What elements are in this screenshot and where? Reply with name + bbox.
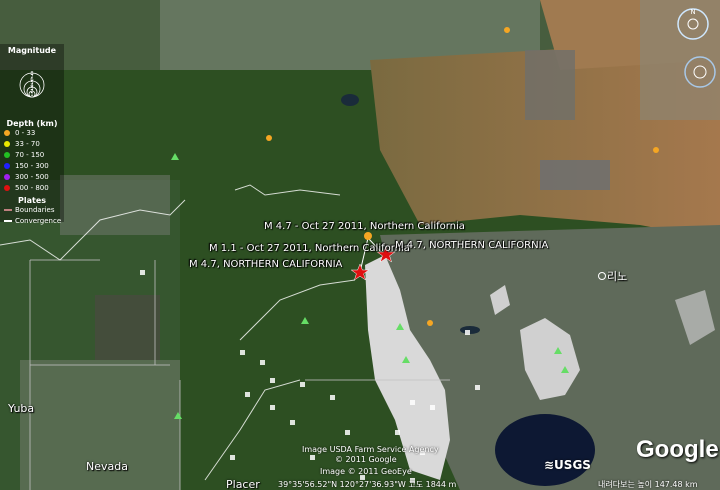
eye-altitude: 내려다보는 높이 147.48 km <box>598 480 698 489</box>
move-control[interactable] <box>680 50 720 95</box>
quake-label[interactable]: M 1.1 - Oct 27 2011, Northern California <box>209 243 410 255</box>
legend-depth-item: 150 - 300 <box>0 161 64 172</box>
magnitude-scale-label: 1 <box>30 92 33 98</box>
depth-color-dot-icon <box>4 141 10 147</box>
legend-plate-label: Convergence <box>15 217 62 225</box>
legend-depth-label: 300 - 500 <box>15 173 49 181</box>
move-ring-icon[interactable] <box>684 56 716 88</box>
legend-depth-label: 150 - 300 <box>15 162 49 170</box>
legend-depth-item: 70 - 150 <box>0 150 64 161</box>
quake-label[interactable]: M 4.7 - Oct 27 2011, Northern California <box>264 221 465 233</box>
move-joystick-icon[interactable] <box>693 65 707 79</box>
legend-plate-item: Convergence <box>0 216 64 227</box>
legend-depth-label: 500 - 800 <box>15 184 49 192</box>
usgs-logo: ≋USGS <box>544 458 591 472</box>
navigation-control[interactable]: N <box>668 4 718 54</box>
city-marker[interactable] <box>598 272 606 280</box>
legend-magnitude-title: Magnitude <box>7 46 57 55</box>
depth-color-dot-icon <box>4 130 10 136</box>
look-joystick-icon[interactable] <box>687 18 699 30</box>
attribution-line1: Image USDA Farm Service Agency <box>302 445 439 454</box>
depth-color-dot-icon <box>4 185 10 191</box>
place-label-reno[interactable]: 리노 <box>607 268 627 284</box>
place-label-yuba: Yuba <box>8 402 35 415</box>
google-logo: Google <box>636 436 719 463</box>
cursor-coordinates: 39°35'56.52"N 120°27'36.93"W 고도 1844 m <box>278 480 457 489</box>
magnitude-scale: 87654321 <box>19 71 45 98</box>
quake-star-marker[interactable] <box>350 263 370 281</box>
legend-depth-item: 300 - 500 <box>0 172 64 183</box>
legend-depth-item: 0 - 33 <box>0 128 64 139</box>
attribution-line3: Image © 2011 GeoEye <box>320 467 412 476</box>
depth-color-dot-icon <box>4 163 10 169</box>
plate-line-icon <box>4 209 12 211</box>
legend-depth-label: 70 - 150 <box>15 151 45 159</box>
north-indicator-icon[interactable]: N <box>690 8 695 16</box>
attribution-line2: © 2011 Google <box>335 455 397 464</box>
legend-plate-label: Boundaries <box>15 206 55 214</box>
legend-plates-title: Plates <box>17 196 46 205</box>
legend-plate-item: Boundaries <box>0 205 64 216</box>
quake-label[interactable]: M 4.7, NORTHERN CALIFORNIA <box>189 259 342 271</box>
legend-depth-title: Depth (km) <box>6 119 58 128</box>
quake-label[interactable]: M 4.7, NORTHERN CALIFORNIA <box>395 240 548 252</box>
legend-panel: Magnitude 87654321 Depth (km) 0 - 33 33 -… <box>0 44 64 225</box>
place-label-nevada: Nevada <box>86 460 128 473</box>
depth-color-dot-icon <box>4 174 10 180</box>
legend-depth-item: 500 - 800 <box>0 183 64 194</box>
legend-depth-label: 0 - 33 <box>15 129 36 137</box>
plate-line-icon <box>4 220 12 222</box>
legend-depth-label: 33 - 70 <box>15 140 40 148</box>
map-view[interactable]: M 4.7 - Oct 27 2011, Northern California… <box>0 0 720 490</box>
quake-marker-circle[interactable] <box>364 232 372 240</box>
legend-depth-item: 33 - 70 <box>0 139 64 150</box>
depth-color-dot-icon <box>4 152 10 158</box>
status-bar: 39°35'56.52"N 120°27'36.93"W 고도 1844 m 내… <box>0 479 720 490</box>
